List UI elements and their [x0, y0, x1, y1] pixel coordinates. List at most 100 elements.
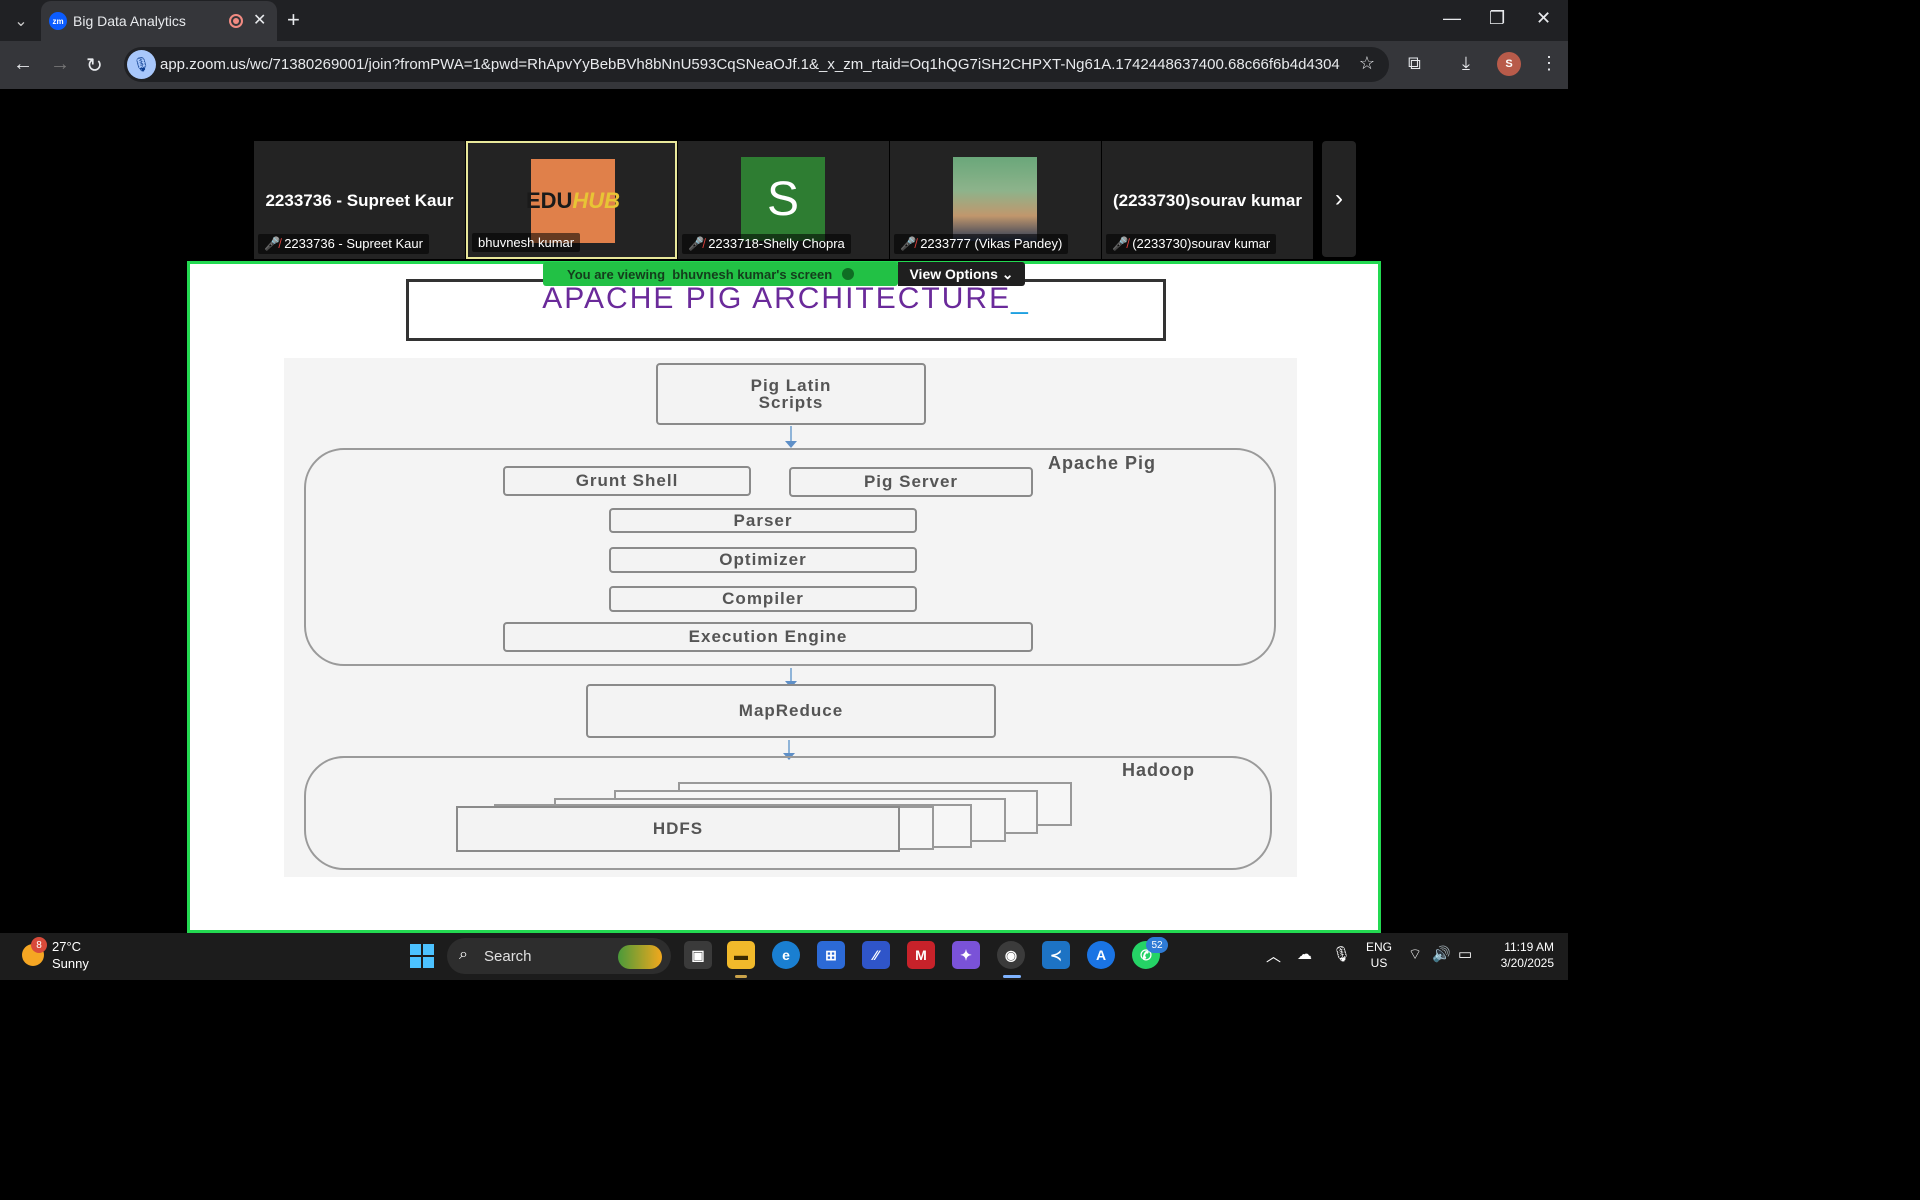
gallery-next-chevron-icon[interactable]: › — [1322, 141, 1356, 257]
language-indicator[interactable]: ENG US — [1366, 939, 1392, 971]
arrow-icon — [783, 740, 795, 760]
search-highlight-icon — [618, 945, 662, 969]
parser-box: Parser — [609, 508, 917, 533]
windows-taskbar: 8 27°C Sunny ⌕ Search ▣ ▬ e ⊞ ⁄⁄ M ✦ ◉ ≺… — [0, 933, 1568, 980]
chrome-icon[interactable]: ◉ — [997, 941, 1025, 969]
new-tab-icon[interactable]: + — [287, 7, 300, 33]
grunt-shell-box: Grunt Shell — [503, 466, 751, 496]
participant-label-text: 2233736 - Supreet Kaur — [284, 236, 423, 251]
participant-name-large: (2233730)sourav kumar — [1112, 191, 1302, 210]
zoom-workplace-icon[interactable]: ⁄⁄ — [862, 941, 890, 969]
extensions-icon[interactable]: ⧉ — [1408, 53, 1421, 74]
taskbar-search[interactable]: ⌕ Search — [447, 938, 671, 974]
tab-close-icon[interactable]: ✕ — [253, 10, 266, 30]
shared-screen[interactable]: APACHE PIG ARCHITECTURE_ Pig Latin Scrip… — [187, 261, 1381, 933]
pig-architecture-diagram: Pig Latin Scripts Apache Pig Grunt Shell… — [284, 358, 1297, 877]
slide-title-box: APACHE PIG ARCHITECTURE_ — [406, 279, 1166, 341]
search-label: Search — [484, 948, 532, 965]
mapreduce-box: MapReduce — [586, 684, 996, 738]
eduhub-logo: EDU HUB — [526, 159, 620, 243]
participant-label-text: 2233718-Shelly Chopra — [708, 236, 845, 251]
clock[interactable]: 11:19 AM 3/20/2025 — [1488, 939, 1554, 971]
tab-big-data-analytics[interactable]: zm Big Data Analytics ✕ — [41, 1, 277, 41]
forward-icon[interactable]: → — [50, 53, 70, 76]
microsoft-store-icon[interactable]: ⊞ — [817, 941, 845, 969]
participant-gallery: 2233736 - Supreet Kaur 🎤̸ 2233736 - Supre… — [0, 89, 1568, 261]
participant-tile[interactable]: 2233736 - Supreet Kaur 🎤̸ 2233736 - Supre… — [254, 141, 465, 259]
arrow-icon — [785, 426, 797, 448]
logo-hub: HUB — [572, 188, 621, 213]
menu-kebab-icon[interactable]: ⋮ — [1540, 53, 1558, 74]
execution-engine-box: Execution Engine — [503, 622, 1033, 652]
view-options-label: View Options — [909, 266, 998, 282]
restore-icon[interactable]: ❐ — [1489, 8, 1505, 29]
hadoop-label: Hadoop — [1122, 760, 1195, 780]
bookmark-star-icon[interactable]: ☆ — [1359, 53, 1375, 74]
onedrive-cloud-icon[interactable]: ☁ — [1297, 945, 1312, 963]
whatsapp-notification-badge: 52 — [1146, 937, 1168, 953]
tab-title: Big Data Analytics — [73, 13, 186, 29]
participant-label: 🎤̸ (2233730)sourav kumar — [1106, 234, 1277, 254]
participant-label: 🎤̸ 2233777 (Vikas Pandey) — [894, 234, 1069, 254]
view-options-button[interactable]: View Options ⌄ — [898, 262, 1025, 286]
muted-mic-icon: 🎤̸ — [264, 236, 281, 251]
reload-icon[interactable]: ↻ — [86, 53, 103, 78]
weather-condition[interactable]: Sunny — [52, 956, 89, 971]
microphone-icon[interactable]: 🎙 — [1332, 945, 1351, 963]
minimize-icon[interactable]: — — [1443, 8, 1461, 29]
arrow-icon — [785, 668, 797, 688]
chevron-down-icon: ⌄ — [1001, 265, 1014, 282]
url-text[interactable]: app.zoom.us/wc/71380269001/join?fromPWA=… — [160, 56, 1340, 73]
slide-title-text: APACHE PIG ARCHITECTURE — [542, 282, 1012, 315]
tab-search-chevron-icon[interactable]: ⌄ — [8, 8, 34, 34]
browser-toolbar: ← → ↻ 🎙 app.zoom.us/wc/71380269001/join?… — [0, 41, 1568, 89]
pig-server-box: Pig Server — [789, 467, 1033, 497]
participant-label-text: bhuvnesh kumar — [478, 235, 575, 250]
download-icon[interactable]: ⤓ — [1462, 53, 1470, 74]
text-cursor: _ — [1011, 282, 1030, 315]
weather-temperature[interactable]: 27°C — [52, 939, 81, 954]
participant-label: 🎤̸ 2233718-Shelly Chopra — [682, 234, 851, 254]
banner-prefix: You are viewing — [567, 266, 666, 282]
back-icon[interactable]: ← — [13, 53, 33, 76]
muted-mic-icon: 🎤̸ — [688, 236, 705, 251]
windows-start-icon[interactable] — [410, 944, 434, 968]
app-store-icon[interactable]: A — [1087, 941, 1115, 969]
file-explorer-icon[interactable]: ▬ — [727, 941, 755, 969]
clock-time: 11:19 AM — [1504, 940, 1554, 954]
weather-badge: 8 — [31, 937, 47, 953]
participant-tile[interactable]: 🎤̸ 2233777 (Vikas Pandey) — [890, 141, 1101, 259]
participant-tile-active-speaker[interactable]: EDU HUB bhuvnesh kumar — [466, 141, 677, 259]
volume-icon[interactable]: 🔊 — [1432, 945, 1451, 963]
logo-edu: EDU — [525, 188, 573, 213]
search-icon: ⌕ — [459, 946, 468, 963]
tray-chevron-up-icon[interactable]: ︿ — [1266, 945, 1281, 966]
mcafee-icon[interactable]: M — [907, 941, 935, 969]
participant-name-large: 2233736 - Supreet Kaur — [265, 191, 454, 210]
region-line: US — [1370, 956, 1388, 970]
close-window-icon[interactable]: ✕ — [1536, 8, 1551, 29]
battery-icon[interactable]: ▭ — [1458, 945, 1472, 963]
pig-latin-scripts-box: Pig Latin Scripts — [656, 363, 926, 425]
active-indicator — [1003, 975, 1021, 978]
recording-icon — [229, 14, 243, 28]
compiler-box: Compiler — [609, 586, 917, 612]
address-bar[interactable]: 🎙 app.zoom.us/wc/71380269001/join?fromPW… — [124, 47, 1389, 82]
language-line: ENG — [1366, 940, 1393, 954]
participant-label: bhuvnesh kumar — [472, 233, 581, 252]
participant-tile[interactable]: (2233730)sourav kumar 🎤̸ (2233730)sourav … — [1102, 141, 1313, 259]
clock-date: 3/20/2025 — [1500, 956, 1554, 970]
task-view-icon[interactable]: ▣ — [684, 941, 712, 969]
edge-icon[interactable]: e — [772, 941, 800, 969]
apache-pig-label: Apache Pig — [1048, 453, 1157, 473]
profile-avatar[interactable]: S — [1497, 52, 1521, 76]
banner-presenter: bhuvnesh kumar's screen — [672, 266, 833, 282]
screen-root: ⌄ zm Big Data Analytics ✕ + — ❐ ✕ ← → ↻ … — [0, 0, 1568, 980]
participant-tile[interactable]: S 🎤̸ 2233718-Shelly Chopra — [678, 141, 889, 259]
microphone-in-use-icon[interactable]: 🎙 — [127, 50, 156, 79]
vscode-icon[interactable]: ≺ — [1042, 941, 1070, 969]
optimizer-box: Optimizer — [609, 547, 917, 573]
copilot-icon[interactable]: ✦ — [952, 941, 980, 969]
wifi-icon[interactable]: ⌔ — [1408, 945, 1422, 964]
participant-label-text: (2233730)sourav kumar — [1132, 236, 1271, 251]
